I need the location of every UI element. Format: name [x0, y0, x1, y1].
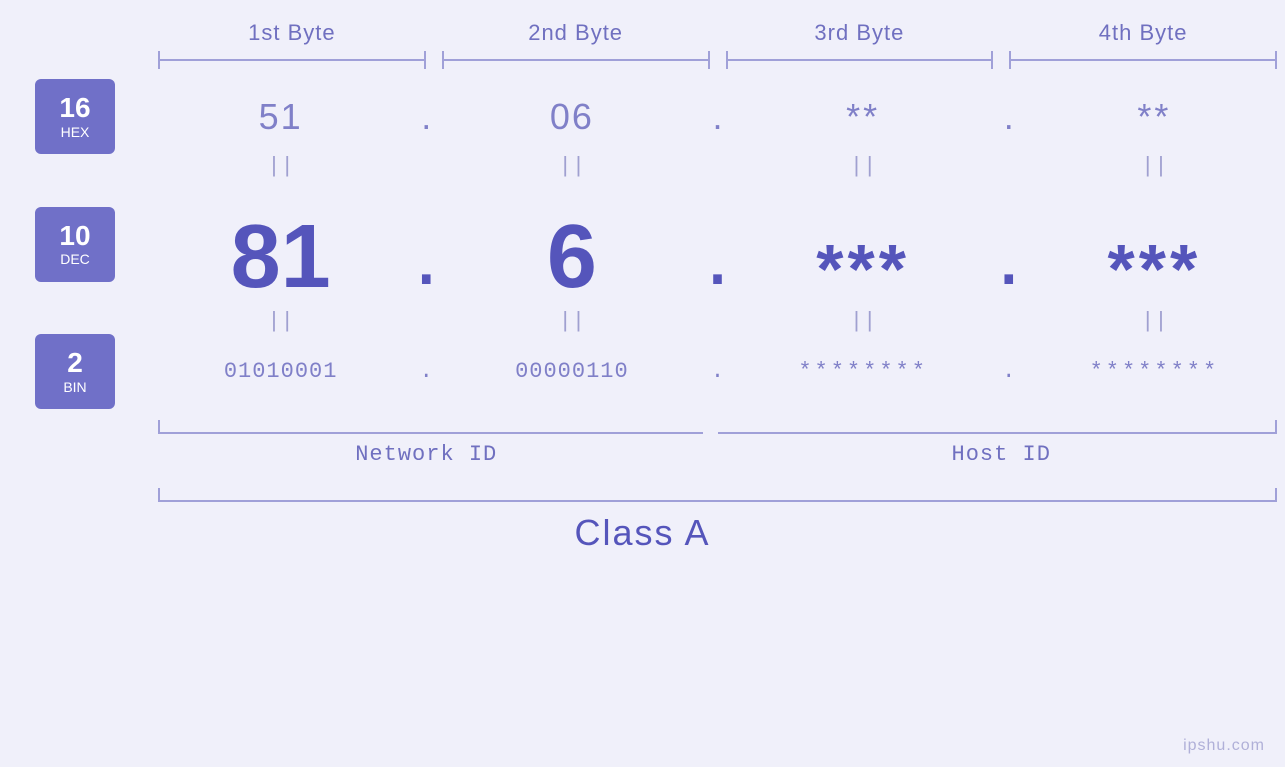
- bin-byte-3: ********: [733, 359, 994, 384]
- eq2-cell-3: ||: [733, 309, 994, 334]
- dec-val-4: ***: [1108, 229, 1202, 309]
- bin-row: 2 BIN 01010001 . 00000110 . ******** . *…: [0, 334, 1285, 409]
- bin-number: 2: [67, 348, 83, 379]
- dec-label-slot: 10 DEC: [0, 207, 150, 282]
- dec-dot-2: .: [703, 209, 733, 309]
- network-bracket: [150, 414, 703, 434]
- bin-val-4: ********: [1090, 359, 1220, 384]
- bin-data-row: 01010001 . 00000110 . ******** . *******…: [150, 359, 1285, 384]
- eq1-cell-1: ||: [150, 154, 411, 179]
- bottom-bracket-area: [0, 414, 1285, 434]
- bin-dot-3: .: [994, 359, 1024, 384]
- eq2-1: ||: [267, 309, 293, 334]
- dec-dot-3: .: [994, 209, 1024, 309]
- hex-dot-2: .: [703, 96, 733, 138]
- dec-byte-4: ***: [1024, 179, 1285, 309]
- byte-headers-row: 1st Byte 2nd Byte 3rd Byte 4th Byte: [0, 20, 1285, 46]
- dec-byte-1: 81: [150, 179, 411, 309]
- eq1-cell-2: ||: [441, 154, 702, 179]
- bracket-2: [442, 51, 710, 69]
- hex-val-3: **: [846, 96, 880, 137]
- main-container: 1st Byte 2nd Byte 3rd Byte 4th Byte 16 H…: [0, 0, 1285, 767]
- dec-base: DEC: [60, 251, 90, 267]
- equals-data-2: || || || ||: [150, 309, 1285, 334]
- equals-data-1: || || || ||: [150, 154, 1285, 179]
- equals-row-1: || || || ||: [0, 154, 1285, 179]
- bin-base: BIN: [63, 379, 86, 395]
- equals-row-2: || || || ||: [0, 309, 1285, 334]
- network-id-label: Network ID: [150, 442, 703, 467]
- eq1-3: ||: [850, 154, 876, 179]
- hex-data-row: 51 . 06 . ** . **: [150, 96, 1285, 138]
- bracket-3: [726, 51, 994, 69]
- bin-byte-2: 00000110: [441, 359, 702, 384]
- byte-header-1: 1st Byte: [150, 20, 434, 46]
- dec-data-row: 81 . 6 . *** . ***: [150, 179, 1285, 309]
- dec-dot-1: .: [411, 209, 441, 309]
- bin-byte-1: 01010001: [150, 359, 411, 384]
- eq2-3: ||: [850, 309, 876, 334]
- dec-val-3: ***: [816, 229, 910, 309]
- id-labels-row: Network ID Host ID: [0, 442, 1285, 467]
- dec-number: 10: [59, 221, 90, 252]
- eq1-4: ||: [1141, 154, 1167, 179]
- eq2-2: ||: [559, 309, 585, 334]
- bin-label-slot: 2 BIN: [0, 334, 150, 409]
- byte-header-3: 3rd Byte: [718, 20, 1002, 46]
- watermark: ipshu.com: [1183, 737, 1265, 755]
- hex-val-4: **: [1137, 96, 1171, 137]
- eq1-1: ||: [267, 154, 293, 179]
- dec-label-box: 10 DEC: [35, 207, 115, 282]
- bin-dot-1: .: [411, 359, 441, 384]
- bracket-4: [1009, 51, 1277, 69]
- eq1-2: ||: [559, 154, 585, 179]
- hex-dot-1: .: [411, 96, 441, 138]
- host-bracket: [718, 414, 1285, 434]
- eq2-cell-4: ||: [1024, 309, 1285, 334]
- bin-byte-4: ********: [1024, 359, 1285, 384]
- top-bracket-row: [0, 51, 1285, 69]
- hex-byte-1: 51: [150, 96, 411, 138]
- eq2-cell-2: ||: [441, 309, 702, 334]
- eq2-cell-1: ||: [150, 309, 411, 334]
- eq2-4: ||: [1141, 309, 1167, 334]
- hex-val-2: 06: [550, 96, 594, 137]
- eq1-cell-4: ||: [1024, 154, 1285, 179]
- bin-val-2: 00000110: [515, 359, 629, 384]
- hex-byte-4: **: [1024, 96, 1285, 138]
- host-bracket-right-edge: [1275, 420, 1277, 434]
- bin-label-box: 2 BIN: [35, 334, 115, 409]
- hex-number: 16: [59, 93, 90, 124]
- hex-label-slot: 16 HEX: [0, 79, 150, 154]
- host-id-label: Host ID: [718, 442, 1285, 467]
- dec-val-2: 6: [547, 206, 597, 309]
- bin-val-1: 01010001: [224, 359, 338, 384]
- hex-base: HEX: [61, 124, 90, 140]
- class-label: Class A: [574, 512, 710, 554]
- hex-dot-3: .: [994, 96, 1024, 138]
- hex-byte-3: **: [733, 96, 994, 138]
- class-bracket: [158, 482, 1277, 502]
- hex-byte-2: 06: [441, 96, 702, 138]
- hex-val-1: 51: [259, 96, 303, 137]
- byte-header-4: 4th Byte: [1001, 20, 1285, 46]
- dec-row: 10 DEC 81 . 6 . *** . ***: [0, 179, 1285, 309]
- bin-val-3: ********: [798, 359, 928, 384]
- bracket-1: [158, 51, 426, 69]
- dec-byte-2: 6: [441, 179, 702, 309]
- hex-label-box: 16 HEX: [35, 79, 115, 154]
- hex-row: 16 HEX 51 . 06 . ** . **: [0, 79, 1285, 154]
- dec-byte-3: ***: [733, 179, 994, 309]
- dec-val-1: 81: [231, 206, 331, 309]
- byte-header-2: 2nd Byte: [434, 20, 718, 46]
- bin-dot-2: .: [703, 359, 733, 384]
- class-bracket-right-edge: [1275, 488, 1277, 502]
- class-bracket-area: [0, 482, 1285, 502]
- eq1-cell-3: ||: [733, 154, 994, 179]
